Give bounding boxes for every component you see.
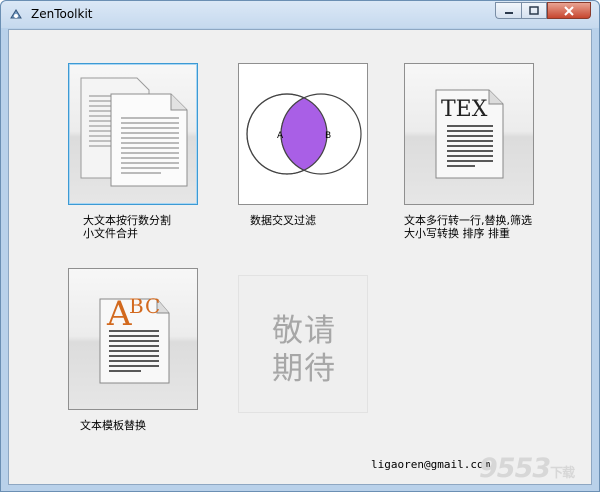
watermark-suffix: 下载	[550, 466, 575, 481]
abc-letter-c: C	[145, 294, 160, 318]
template-replace-tool-label: 文本模板替换	[80, 419, 146, 432]
coming-soon-tile: 敬请 期待	[238, 275, 368, 413]
venn-label-a: A	[277, 131, 284, 141]
text-transform-tool-button[interactable]: TEX	[404, 63, 534, 205]
abc-template-icon: A B C	[99, 294, 170, 384]
watermark-number: 9553	[479, 453, 551, 484]
data-filter-tool-button[interactable]: A B	[238, 63, 368, 205]
close-button[interactable]	[547, 2, 591, 19]
app-icon	[10, 9, 22, 19]
maximize-button[interactable]	[521, 2, 547, 19]
title-bar[interactable]: ZenToolkit	[1, 1, 599, 28]
split-merge-tool-label: 大文本按行数分割 小文件合并	[83, 214, 171, 240]
coming-soon-label: 敬请 期待	[272, 313, 336, 387]
text-transform-tool-label: 文本多行转一行,替换,筛选 大小写转换 排序 排重	[404, 214, 532, 240]
documents-icon	[80, 77, 188, 187]
window-controls	[495, 2, 591, 20]
main-panel: 大文本按行数分割 小文件合并 A B 数据交叉过滤 TEX 文本多行转一行,替换…	[8, 29, 592, 485]
venn-label-b: B	[325, 131, 331, 141]
app-window: ZenToolkit 大文本按行数分割 小文件合并 A B 数据交叉过滤 TEX…	[0, 0, 600, 492]
minimize-button[interactable]	[495, 2, 521, 19]
tex-document-icon: TEX	[435, 89, 504, 179]
venn-diagram-icon: A B	[246, 93, 362, 175]
tex-logo-text: TEX	[441, 97, 488, 122]
maximize-icon	[529, 5, 539, 15]
watermark: 9553下载	[479, 453, 575, 484]
author-email: ligaoren@gmail.com	[371, 458, 491, 471]
window-title: ZenToolkit	[31, 7, 93, 21]
minimize-icon	[504, 11, 513, 14]
close-icon	[564, 5, 574, 16]
template-replace-tool-button[interactable]: A B C	[68, 268, 198, 410]
abc-letter-b: B	[129, 294, 144, 318]
split-merge-tool-button[interactable]	[68, 63, 198, 205]
data-filter-tool-label: 数据交叉过滤	[250, 214, 316, 227]
